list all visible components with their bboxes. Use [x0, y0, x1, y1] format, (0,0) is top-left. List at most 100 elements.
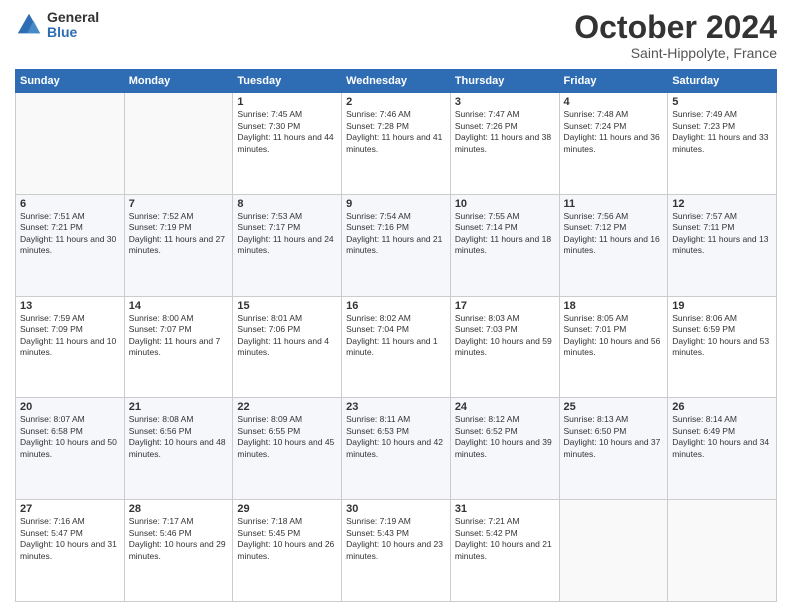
day-number: 10: [455, 198, 555, 210]
day-number: 18: [564, 300, 664, 312]
day-number: 24: [455, 401, 555, 413]
day-number: 29: [237, 503, 337, 515]
col-monday: Monday: [124, 70, 233, 93]
day-detail: Sunrise: 7:48 AMSunset: 7:24 PMDaylight:…: [564, 109, 664, 155]
col-tuesday: Tuesday: [233, 70, 342, 93]
day-detail: Sunrise: 7:45 AMSunset: 7:30 PMDaylight:…: [237, 109, 337, 155]
day-detail: Sunrise: 8:06 AMSunset: 6:59 PMDaylight:…: [672, 313, 772, 359]
day-detail: Sunrise: 7:51 AMSunset: 7:21 PMDaylight:…: [20, 211, 120, 257]
day-detail: Sunrise: 8:05 AMSunset: 7:01 PMDaylight:…: [564, 313, 664, 359]
logo-icon: [15, 11, 43, 39]
day-number: 27: [20, 503, 120, 515]
logo-blue-text: Blue: [47, 25, 99, 40]
day-number: 1: [237, 96, 337, 108]
day-detail: Sunrise: 8:07 AMSunset: 6:58 PMDaylight:…: [20, 414, 120, 460]
title-block: October 2024 Saint-Hippolyte, France: [574, 10, 777, 61]
calendar-cell: 26Sunrise: 8:14 AMSunset: 6:49 PMDayligh…: [668, 398, 777, 500]
day-detail: Sunrise: 7:46 AMSunset: 7:28 PMDaylight:…: [346, 109, 446, 155]
calendar-week-row-2: 13Sunrise: 7:59 AMSunset: 7:09 PMDayligh…: [16, 296, 777, 398]
day-number: 3: [455, 96, 555, 108]
calendar-cell: 8Sunrise: 7:53 AMSunset: 7:17 PMDaylight…: [233, 194, 342, 296]
calendar-cell: 2Sunrise: 7:46 AMSunset: 7:28 PMDaylight…: [342, 93, 451, 195]
calendar-cell: 13Sunrise: 7:59 AMSunset: 7:09 PMDayligh…: [16, 296, 125, 398]
day-number: 13: [20, 300, 120, 312]
calendar-cell: 30Sunrise: 7:19 AMSunset: 5:43 PMDayligh…: [342, 500, 451, 602]
day-number: 31: [455, 503, 555, 515]
calendar-week-row-3: 20Sunrise: 8:07 AMSunset: 6:58 PMDayligh…: [16, 398, 777, 500]
day-number: 20: [20, 401, 120, 413]
day-number: 21: [129, 401, 229, 413]
day-number: 19: [672, 300, 772, 312]
day-detail: Sunrise: 7:57 AMSunset: 7:11 PMDaylight:…: [672, 211, 772, 257]
calendar-table: Sunday Monday Tuesday Wednesday Thursday…: [15, 69, 777, 602]
calendar-cell: 14Sunrise: 8:00 AMSunset: 7:07 PMDayligh…: [124, 296, 233, 398]
day-detail: Sunrise: 8:09 AMSunset: 6:55 PMDaylight:…: [237, 414, 337, 460]
day-number: 5: [672, 96, 772, 108]
calendar-cell: 17Sunrise: 8:03 AMSunset: 7:03 PMDayligh…: [450, 296, 559, 398]
day-detail: Sunrise: 7:56 AMSunset: 7:12 PMDaylight:…: [564, 211, 664, 257]
calendar-cell: 27Sunrise: 7:16 AMSunset: 5:47 PMDayligh…: [16, 500, 125, 602]
day-number: 7: [129, 198, 229, 210]
day-detail: Sunrise: 7:19 AMSunset: 5:43 PMDaylight:…: [346, 516, 446, 562]
header: General Blue October 2024 Saint-Hippolyt…: [15, 10, 777, 61]
day-number: 9: [346, 198, 446, 210]
day-detail: Sunrise: 8:00 AMSunset: 7:07 PMDaylight:…: [129, 313, 229, 359]
calendar-cell: 3Sunrise: 7:47 AMSunset: 7:26 PMDaylight…: [450, 93, 559, 195]
col-friday: Friday: [559, 70, 668, 93]
calendar-cell: [16, 93, 125, 195]
calendar-cell: 6Sunrise: 7:51 AMSunset: 7:21 PMDaylight…: [16, 194, 125, 296]
calendar-cell: 25Sunrise: 8:13 AMSunset: 6:50 PMDayligh…: [559, 398, 668, 500]
day-number: 22: [237, 401, 337, 413]
calendar-cell: 21Sunrise: 8:08 AMSunset: 6:56 PMDayligh…: [124, 398, 233, 500]
day-detail: Sunrise: 8:01 AMSunset: 7:06 PMDaylight:…: [237, 313, 337, 359]
day-number: 8: [237, 198, 337, 210]
page: General Blue October 2024 Saint-Hippolyt…: [0, 0, 792, 612]
day-detail: Sunrise: 8:08 AMSunset: 6:56 PMDaylight:…: [129, 414, 229, 460]
day-number: 14: [129, 300, 229, 312]
title-month: October 2024: [574, 10, 777, 45]
calendar-cell: 16Sunrise: 8:02 AMSunset: 7:04 PMDayligh…: [342, 296, 451, 398]
calendar-cell: 22Sunrise: 8:09 AMSunset: 6:55 PMDayligh…: [233, 398, 342, 500]
day-detail: Sunrise: 7:55 AMSunset: 7:14 PMDaylight:…: [455, 211, 555, 257]
day-detail: Sunrise: 7:49 AMSunset: 7:23 PMDaylight:…: [672, 109, 772, 155]
calendar-cell: [124, 93, 233, 195]
day-detail: Sunrise: 7:47 AMSunset: 7:26 PMDaylight:…: [455, 109, 555, 155]
day-number: 28: [129, 503, 229, 515]
calendar-cell: [559, 500, 668, 602]
calendar-week-row-1: 6Sunrise: 7:51 AMSunset: 7:21 PMDaylight…: [16, 194, 777, 296]
calendar-cell: 29Sunrise: 7:18 AMSunset: 5:45 PMDayligh…: [233, 500, 342, 602]
day-detail: Sunrise: 7:18 AMSunset: 5:45 PMDaylight:…: [237, 516, 337, 562]
day-detail: Sunrise: 8:02 AMSunset: 7:04 PMDaylight:…: [346, 313, 446, 359]
day-number: 2: [346, 96, 446, 108]
calendar-cell: 7Sunrise: 7:52 AMSunset: 7:19 PMDaylight…: [124, 194, 233, 296]
calendar-cell: 10Sunrise: 7:55 AMSunset: 7:14 PMDayligh…: [450, 194, 559, 296]
day-detail: Sunrise: 8:13 AMSunset: 6:50 PMDaylight:…: [564, 414, 664, 460]
logo-text: General Blue: [47, 10, 99, 41]
col-sunday: Sunday: [16, 70, 125, 93]
calendar-cell: 28Sunrise: 7:17 AMSunset: 5:46 PMDayligh…: [124, 500, 233, 602]
calendar-header-row: Sunday Monday Tuesday Wednesday Thursday…: [16, 70, 777, 93]
day-number: 25: [564, 401, 664, 413]
day-detail: Sunrise: 7:16 AMSunset: 5:47 PMDaylight:…: [20, 516, 120, 562]
day-detail: Sunrise: 8:14 AMSunset: 6:49 PMDaylight:…: [672, 414, 772, 460]
calendar-cell: 1Sunrise: 7:45 AMSunset: 7:30 PMDaylight…: [233, 93, 342, 195]
logo: General Blue: [15, 10, 99, 41]
calendar-cell: 20Sunrise: 8:07 AMSunset: 6:58 PMDayligh…: [16, 398, 125, 500]
calendar-cell: 9Sunrise: 7:54 AMSunset: 7:16 PMDaylight…: [342, 194, 451, 296]
col-thursday: Thursday: [450, 70, 559, 93]
day-number: 30: [346, 503, 446, 515]
calendar-week-row-0: 1Sunrise: 7:45 AMSunset: 7:30 PMDaylight…: [16, 93, 777, 195]
day-detail: Sunrise: 7:17 AMSunset: 5:46 PMDaylight:…: [129, 516, 229, 562]
day-detail: Sunrise: 7:52 AMSunset: 7:19 PMDaylight:…: [129, 211, 229, 257]
day-number: 26: [672, 401, 772, 413]
day-number: 6: [20, 198, 120, 210]
calendar-cell: 19Sunrise: 8:06 AMSunset: 6:59 PMDayligh…: [668, 296, 777, 398]
day-detail: Sunrise: 8:12 AMSunset: 6:52 PMDaylight:…: [455, 414, 555, 460]
calendar-cell: 5Sunrise: 7:49 AMSunset: 7:23 PMDaylight…: [668, 93, 777, 195]
day-number: 4: [564, 96, 664, 108]
calendar-cell: 23Sunrise: 8:11 AMSunset: 6:53 PMDayligh…: [342, 398, 451, 500]
day-number: 16: [346, 300, 446, 312]
day-detail: Sunrise: 7:54 AMSunset: 7:16 PMDaylight:…: [346, 211, 446, 257]
day-number: 17: [455, 300, 555, 312]
day-detail: Sunrise: 8:11 AMSunset: 6:53 PMDaylight:…: [346, 414, 446, 460]
